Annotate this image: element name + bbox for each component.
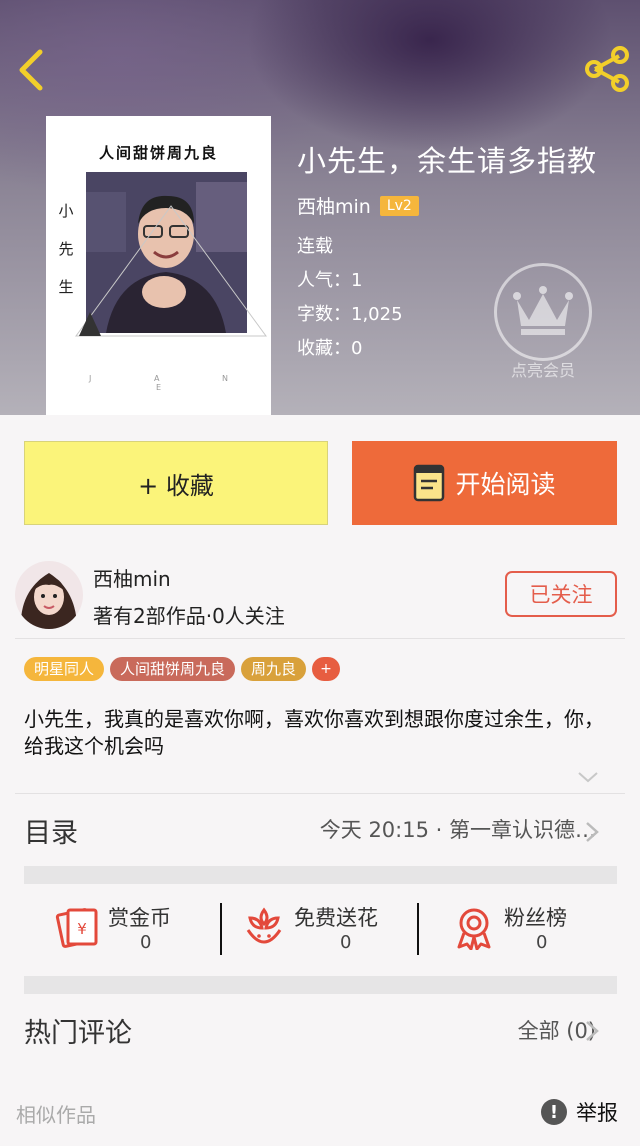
tag-item[interactable]: 明星同人	[24, 657, 105, 681]
send-flower-label: 免费送花	[294, 906, 378, 930]
hot-comments-title: 热门评论	[24, 1018, 132, 1049]
share-icon	[585, 46, 629, 92]
divider	[417, 903, 419, 955]
fan-ranking-value: 0	[536, 932, 548, 953]
fan-ranking-button[interactable]: 粉丝榜 0	[454, 898, 614, 958]
catalog-title[interactable]: 目录	[24, 811, 78, 850]
chevron-right-icon	[586, 1021, 599, 1041]
book-description: 小先生，我真的是喜欢你啊，喜欢你喜欢到想跟你度过余生，你，给我这个机会吗	[24, 707, 604, 758]
follow-button[interactable]: 已关注	[505, 571, 617, 617]
book-title: 小先生，余生请多指教	[297, 144, 598, 178]
author-name[interactable]: 西柚min	[297, 192, 371, 219]
report-button[interactable]: ! 举报	[541, 1097, 618, 1127]
popularity-text: 人气：1	[297, 270, 363, 291]
add-favorite-button[interactable]: + 收藏	[24, 441, 328, 525]
latest-chapter-link[interactable]: 今天 20:15 · 第一章认识德…	[320, 814, 596, 844]
report-label: 举报	[576, 1101, 618, 1125]
book-cover[interactable]: 人间甜饼周九良 小 先 生 J A N E	[46, 116, 271, 415]
word-count-text: 字数：1,025	[297, 304, 403, 325]
author-row: 西柚min Lv2	[297, 192, 419, 219]
share-button[interactable]	[582, 44, 632, 94]
chevron-down-icon	[578, 772, 598, 783]
vip-button[interactable]: 点亮会员	[494, 263, 592, 381]
chevron-left-icon	[19, 49, 43, 91]
divider	[220, 903, 222, 955]
red-envelope-icon: ¥	[55, 908, 98, 948]
expand-description-button[interactable]	[576, 767, 600, 787]
status-text: 连载	[297, 236, 333, 257]
flower-icon	[246, 907, 282, 944]
favorites-count-text: 收藏：0	[297, 338, 363, 359]
cover-title: 人间甜饼周九良	[98, 144, 218, 162]
chevron-right-icon	[586, 822, 599, 842]
svg-text:¥: ¥	[77, 920, 87, 938]
add-tag-button[interactable]: +	[312, 657, 341, 681]
section-separator	[24, 866, 617, 884]
book-icon	[414, 464, 445, 502]
vip-label: 点亮会员	[510, 361, 575, 380]
author-card-meta: 著有2部作品·0人关注	[93, 604, 285, 628]
start-reading-label: 开始阅读	[455, 470, 556, 499]
reward-coins-button[interactable]: ¥ 赏金币 0	[54, 898, 214, 958]
warning-icon: !	[541, 1099, 567, 1125]
send-flower-button[interactable]: 免费送花 0	[244, 898, 414, 958]
book-header: 人间甜饼周九良 小 先 生 J A N E 小先生，余生请多指教 西柚min L…	[0, 0, 640, 415]
fan-ranking-label: 粉丝榜	[504, 906, 567, 930]
tag-list: 明星同人 人间甜饼周九良 周九良 +	[24, 657, 341, 681]
tag-item[interactable]: 周九良	[241, 657, 307, 681]
author-card-name[interactable]: 西柚min	[93, 563, 171, 592]
cover-footer: J A N E	[89, 374, 258, 392]
divider	[15, 793, 625, 794]
avatar[interactable]	[15, 561, 83, 629]
tag-item[interactable]: 人间甜饼周九良	[110, 657, 236, 681]
back-button[interactable]	[14, 46, 50, 94]
crown-icon	[494, 263, 592, 361]
reward-coins-label: 赏金币	[108, 906, 171, 930]
level-badge: Lv2	[379, 195, 419, 216]
medal-icon	[457, 908, 491, 950]
similar-works-label: 相似作品	[16, 1103, 96, 1127]
start-reading-button[interactable]: 开始阅读	[352, 441, 617, 525]
send-flower-value: 0	[340, 932, 352, 953]
divider	[15, 638, 625, 639]
cover-triangle-decoration	[75, 205, 267, 337]
section-separator	[24, 976, 617, 994]
reward-coins-value: 0	[140, 932, 152, 953]
